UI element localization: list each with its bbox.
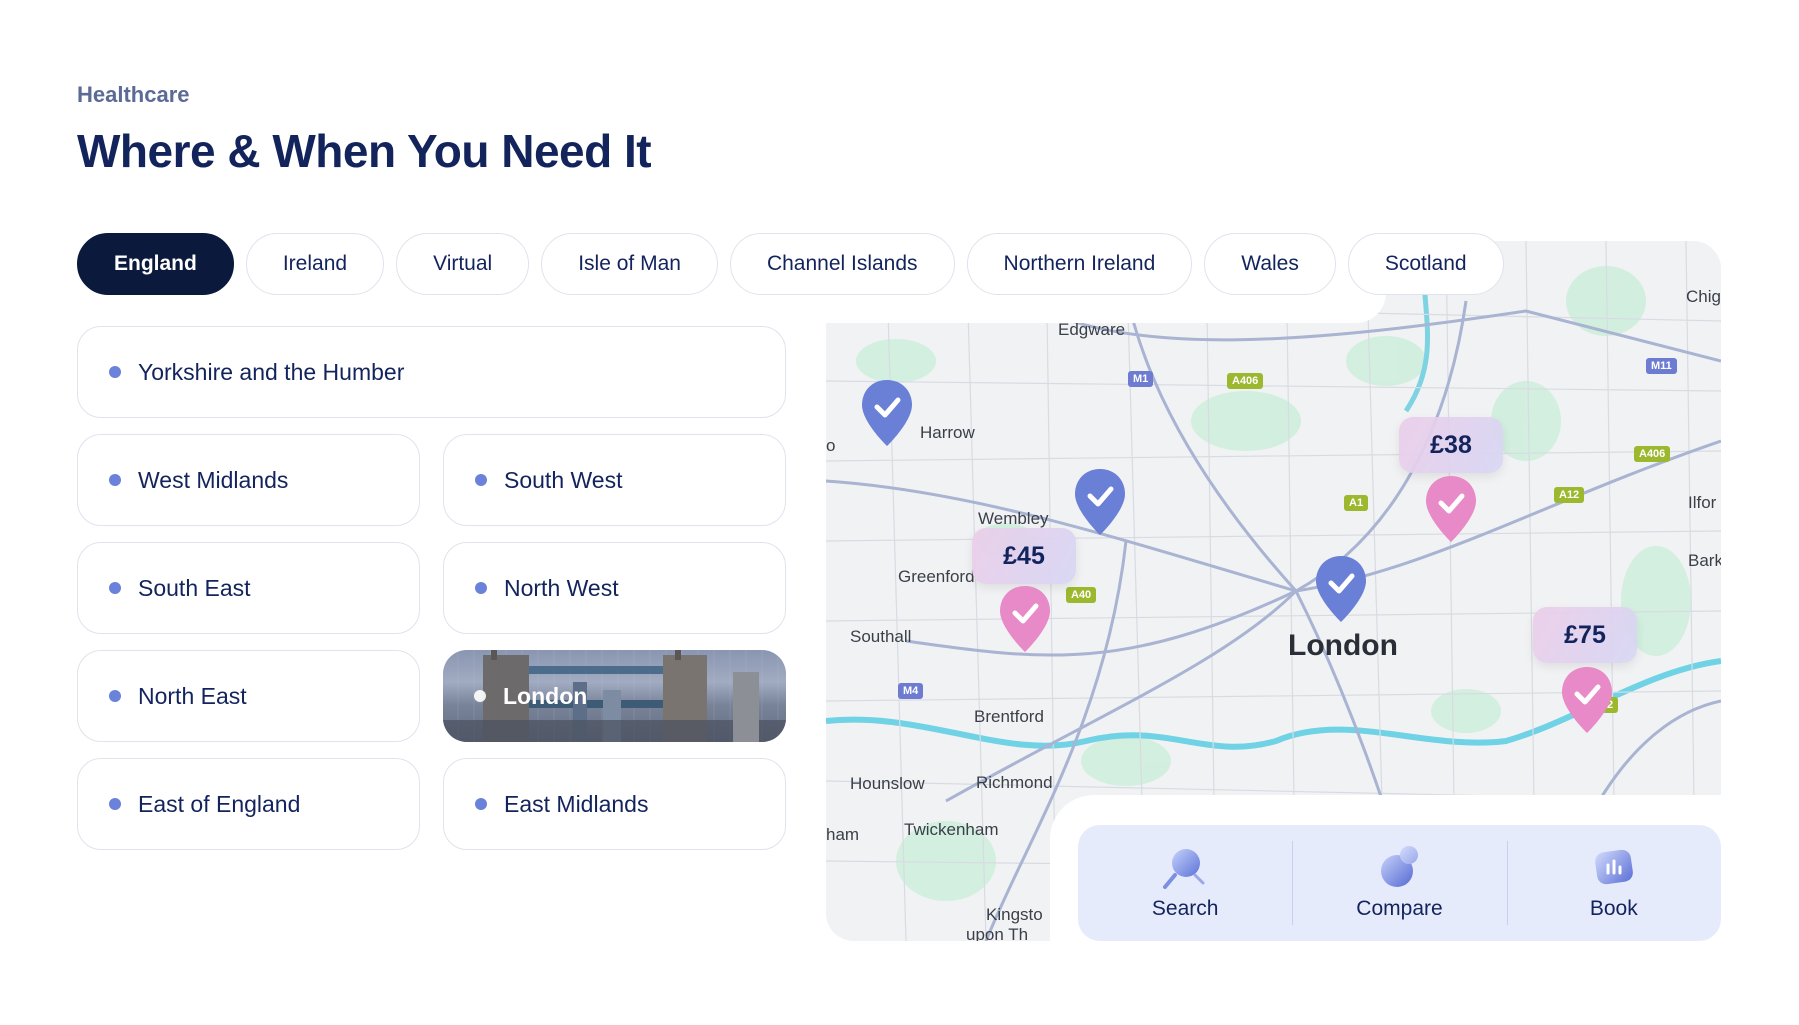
book-icon (1594, 849, 1633, 885)
region-label: North East (138, 682, 247, 709)
map-label-hounslow: Hounslow (850, 774, 925, 793)
map-label-london: London (1288, 629, 1398, 662)
tab-scotland[interactable]: Scotland (1347, 233, 1504, 295)
section-eyebrow: Healthcare (77, 82, 190, 107)
map-pin-blue[interactable] (1073, 467, 1127, 537)
map-label-barking: Barki (1688, 551, 1721, 570)
step-compare[interactable]: Compare (1292, 825, 1506, 941)
map-label-kingston-2: upon Th (966, 925, 1029, 941)
bullet-dot (109, 582, 121, 594)
price-tag[interactable]: £45 (972, 528, 1076, 584)
map-label-ham: ham (826, 825, 860, 844)
map-label-southall: Southall (850, 627, 912, 646)
road-badge-m11: M11 (1646, 358, 1677, 374)
step-book[interactable]: Book (1506, 825, 1721, 941)
bullet-dot (475, 798, 487, 810)
road-badge-a406: A406 (1227, 373, 1264, 389)
road-badge-a40: A40 (1066, 587, 1097, 603)
region-south-east[interactable]: South East (77, 542, 420, 634)
compare-icon (1381, 846, 1419, 887)
map-label-richmond: Richmond (976, 773, 1053, 792)
tab-channel-islands[interactable]: Channel Islands (729, 233, 955, 295)
map-label-greenford: Greenford (898, 567, 975, 586)
bullet-dot (109, 366, 121, 378)
region-label: West Midlands (138, 466, 289, 493)
region-label: London (503, 682, 588, 709)
bullet-dot (474, 690, 486, 702)
map-pin-pink[interactable] (1424, 474, 1478, 544)
map-label-brentford: Brentford (974, 707, 1044, 726)
step-label: Book (1589, 897, 1638, 920)
tab-ireland[interactable]: Ireland (245, 233, 385, 295)
region-north-west[interactable]: North West (443, 542, 786, 634)
region-london[interactable]: London (443, 650, 786, 742)
bullet-dot (109, 690, 121, 702)
page-title: Where & When You Need It (77, 125, 652, 177)
map-label-wembley: Wembley (978, 509, 1049, 528)
map-pin-pink[interactable] (1560, 665, 1614, 735)
map-label-o: o (826, 436, 836, 455)
region-west-midlands[interactable]: West Midlands (77, 434, 420, 526)
tower-bridge-image (443, 650, 786, 742)
region-label: North West (504, 574, 619, 601)
tab-isle-of-man[interactable]: Isle of Man (541, 233, 718, 295)
map-pin-pink[interactable] (998, 584, 1052, 654)
search-icon (1163, 849, 1205, 889)
region-label: Yorkshire and the Humber (138, 358, 405, 385)
region-label: East Midlands (504, 790, 649, 817)
map-label-twickenham: Twickenham (904, 820, 999, 839)
steps-panel: Search Compare Book (1078, 825, 1721, 941)
road-badge-a12: A12 (1554, 487, 1585, 503)
map-label-harrow: Harrow (920, 423, 975, 442)
step-label: Search (1151, 897, 1219, 920)
region-label: East of England (138, 790, 301, 817)
region-east-of-england[interactable]: East of England (77, 758, 420, 850)
tab-wales[interactable]: Wales (1204, 233, 1336, 295)
road-badge-m1: M1 (1128, 371, 1154, 387)
region-east-midlands[interactable]: East Midlands (443, 758, 786, 850)
road-badge-a1: A1 (1344, 495, 1369, 511)
bullet-dot (109, 798, 121, 810)
region-label: South West (504, 466, 623, 493)
bullet-dot (475, 582, 487, 594)
price-tag[interactable]: £75 (1533, 607, 1637, 663)
map-label-edgware: Edgware (1058, 320, 1126, 339)
bullet-dot (109, 474, 121, 486)
tab-virtual[interactable]: Virtual (396, 233, 530, 295)
country-tabs-overlay: England Ireland Virtual Isle of Man Chan… (77, 233, 1504, 295)
price-tag[interactable]: £38 (1399, 417, 1503, 473)
map-pin-blue[interactable] (1314, 554, 1368, 624)
road-badge-m4: M4 (898, 683, 924, 699)
region-north-east[interactable]: North East (77, 650, 420, 742)
map-label-ilford: Ilfor (1688, 493, 1717, 512)
region-label: South East (138, 574, 251, 601)
map-label-kingston: Kingsto (986, 905, 1043, 924)
tab-england[interactable]: England (77, 233, 234, 295)
region-south-west[interactable]: South West (443, 434, 786, 526)
step-label: Compare (1356, 897, 1443, 920)
map-pin-blue[interactable] (860, 378, 914, 448)
map-label-chigwell: Chig (1686, 287, 1721, 306)
bullet-dot (475, 474, 487, 486)
region-yorkshire[interactable]: Yorkshire and the Humber (77, 326, 786, 418)
road-badge-a406-east: A406 (1634, 446, 1671, 462)
step-search[interactable]: Search (1078, 825, 1292, 941)
tab-northern-ireland[interactable]: Northern Ireland (966, 233, 1193, 295)
